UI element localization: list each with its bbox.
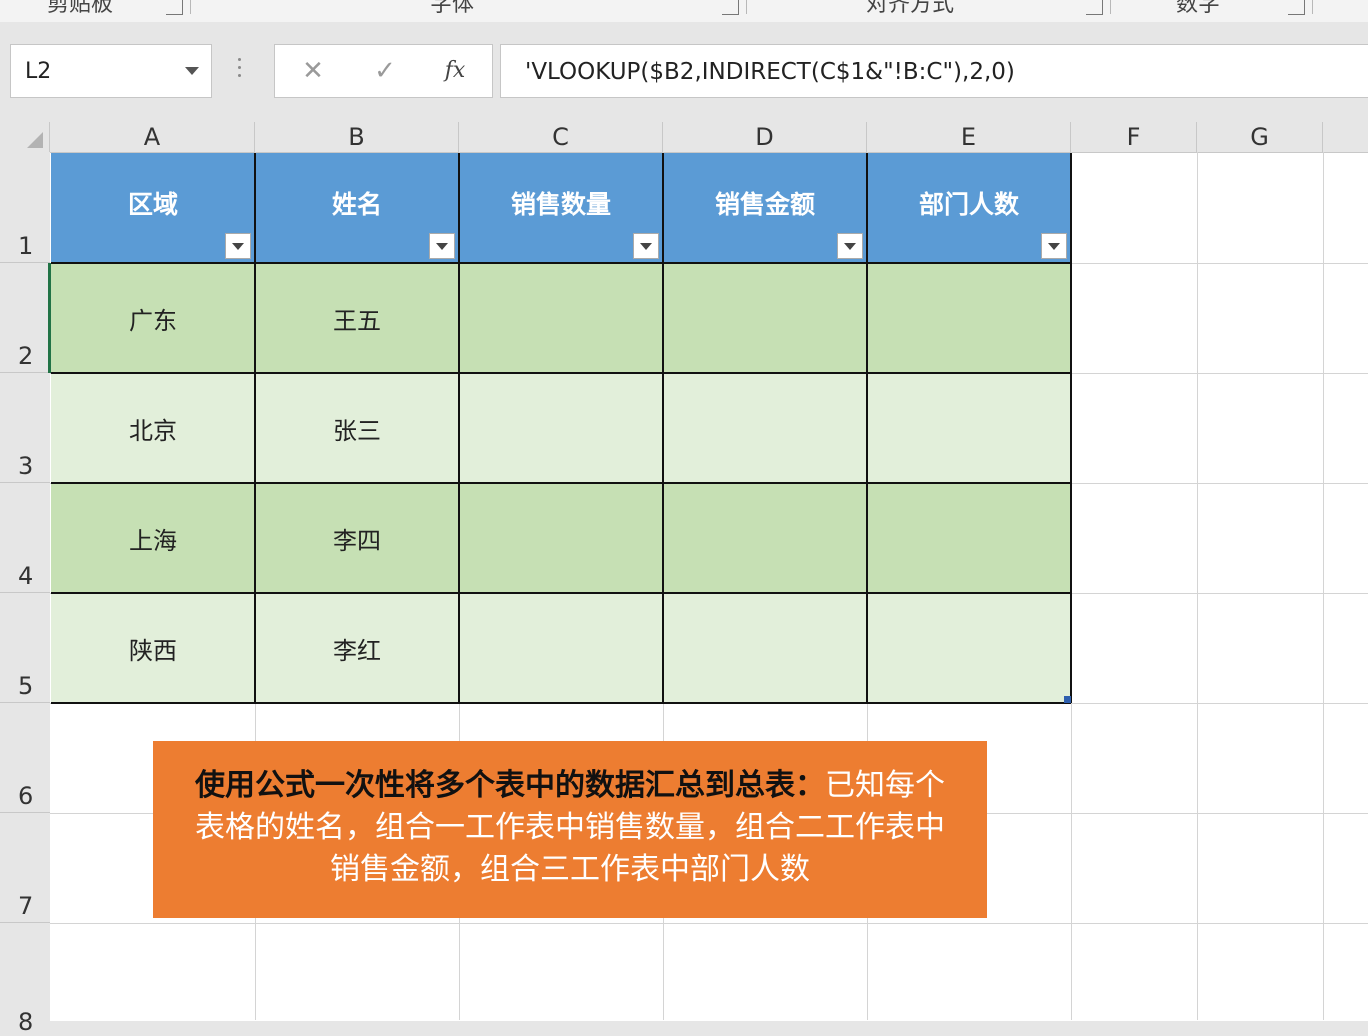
table-header-cell[interactable]: 部门人数 [867, 153, 1071, 263]
annotation-callout: 使用公式一次性将多个表中的数据汇总到总表：已知每个表格的姓名，组合一工作表中销售… [153, 741, 987, 918]
insert-function-button[interactable]: fx [435, 45, 475, 97]
gridline [1323, 152, 1324, 1020]
active-row-indicator [48, 263, 51, 373]
table-cell[interactable] [867, 593, 1071, 703]
more-options-icon[interactable] [238, 58, 242, 82]
table-border [1070, 153, 1072, 703]
filter-dropdown-icon[interactable] [225, 233, 251, 259]
table-cell[interactable]: 王五 [255, 263, 459, 373]
clipboard-launcher-icon[interactable] [166, 0, 183, 15]
table-cell[interactable] [867, 373, 1071, 483]
table-cell[interactable]: 张三 [255, 373, 459, 483]
table-header-cell[interactable]: 区域 [51, 153, 255, 263]
table-cell[interactable] [459, 593, 663, 703]
cancel-icon[interactable]: ✕ [293, 45, 333, 97]
table-border [51, 372, 1071, 374]
ribbon-group-number: 数字 [1175, 0, 1220, 17]
column-header-f[interactable]: F [1071, 122, 1197, 152]
filter-dropdown-icon[interactable] [633, 233, 659, 259]
header-label-region: 区域 [127, 190, 178, 219]
name-box[interactable]: L2 [10, 44, 212, 98]
gridline [1197, 152, 1198, 1020]
formula-input[interactable]: 'VLOOKUP($B2,INDIRECT(C$1&"!B:C"),2,0) [500, 44, 1368, 98]
formula-bar-area: L2 ✕ ✓ fx 'VLOOKUP($B2,INDIRECT(C$1&"!B:… [0, 22, 1368, 122]
formula-text: 'VLOOKUP($B2,INDIRECT(C$1&"!B:C"),2,0) [525, 59, 1015, 85]
ribbon-separator [190, 0, 191, 14]
table-cell[interactable] [663, 263, 867, 373]
table-border [458, 153, 460, 703]
row-header-2[interactable]: 2 [0, 263, 50, 373]
table-border [866, 153, 868, 703]
ribbon-group-font: 字体 [429, 0, 474, 17]
alignment-launcher-icon[interactable] [1086, 0, 1103, 15]
header-label-sales-qty: 销售数量 [510, 190, 611, 219]
table-cell[interactable]: 广东 [51, 263, 255, 373]
table-cell[interactable] [867, 483, 1071, 593]
column-header-h[interactable] [1323, 122, 1368, 152]
table-header-cell[interactable]: 销售数量 [459, 153, 663, 263]
select-all-corner[interactable] [0, 122, 50, 152]
filter-dropdown-icon[interactable] [429, 233, 455, 259]
ribbon-separator [746, 0, 747, 14]
table-cell[interactable] [459, 263, 663, 373]
table-resize-handle[interactable] [1064, 696, 1071, 703]
row-header-7[interactable]: 7 [0, 813, 50, 923]
filter-dropdown-icon[interactable] [1041, 233, 1067, 259]
table-border [51, 592, 1071, 594]
filter-dropdown-icon[interactable] [837, 233, 863, 259]
callout-title: 使用公式一次性将多个表中的数据汇总到总表： [195, 768, 825, 803]
table-cell[interactable]: 李四 [255, 483, 459, 593]
font-launcher-icon[interactable] [722, 0, 739, 15]
table-border [662, 153, 664, 703]
column-header-a[interactable]: A [50, 122, 255, 152]
row-header-1[interactable]: 1 [0, 152, 50, 263]
table-border [51, 702, 1071, 704]
name-box-value: L2 [25, 59, 52, 84]
number-launcher-icon[interactable] [1288, 0, 1305, 15]
header-label-sales-amount: 销售金额 [714, 190, 815, 219]
header-label-dept-count: 部门人数 [918, 190, 1019, 219]
select-all-icon [27, 132, 43, 148]
column-header-b[interactable]: B [255, 122, 459, 152]
gridline [50, 923, 1368, 924]
ribbon-group-labels: 剪贴板 字体 对齐方式 数字 [0, 0, 1368, 22]
table-border [254, 153, 256, 703]
column-header-d[interactable]: D [663, 122, 867, 152]
row-header-4[interactable]: 4 [0, 483, 50, 593]
column-header-g[interactable]: G [1197, 122, 1323, 152]
table-cell[interactable] [663, 373, 867, 483]
row-header-3[interactable]: 3 [0, 373, 50, 483]
header-label-name: 姓名 [331, 190, 382, 219]
table-header-cell[interactable]: 姓名 [255, 153, 459, 263]
table-cell[interactable] [663, 593, 867, 703]
table-border [51, 262, 1071, 264]
ribbon-separator [1312, 0, 1313, 14]
table-cell[interactable] [867, 263, 1071, 373]
row-header-5[interactable]: 5 [0, 593, 50, 703]
table-border [51, 482, 1071, 484]
table-cell[interactable] [663, 483, 867, 593]
table-cell[interactable]: 北京 [51, 373, 255, 483]
chevron-down-icon[interactable] [185, 67, 199, 75]
table-header-cell[interactable]: 销售金额 [663, 153, 867, 263]
table-cell[interactable]: 上海 [51, 483, 255, 593]
table-cell[interactable]: 李红 [255, 593, 459, 703]
ribbon-group-alignment: 对齐方式 [865, 0, 954, 17]
table-cell[interactable]: 陕西 [51, 593, 255, 703]
table-cell[interactable] [459, 373, 663, 483]
row-header-6[interactable]: 6 [0, 703, 50, 813]
table-cell[interactable] [459, 483, 663, 593]
ribbon-separator [1110, 0, 1111, 14]
ribbon-group-clipboard: 剪贴板 [46, 0, 113, 17]
formula-buttons: ✕ ✓ fx [274, 44, 493, 98]
row-header-8[interactable]: 8 [0, 923, 50, 1034]
enter-icon[interactable]: ✓ [365, 45, 405, 97]
column-header-c[interactable]: C [459, 122, 663, 152]
column-header-e[interactable]: E [867, 122, 1071, 152]
